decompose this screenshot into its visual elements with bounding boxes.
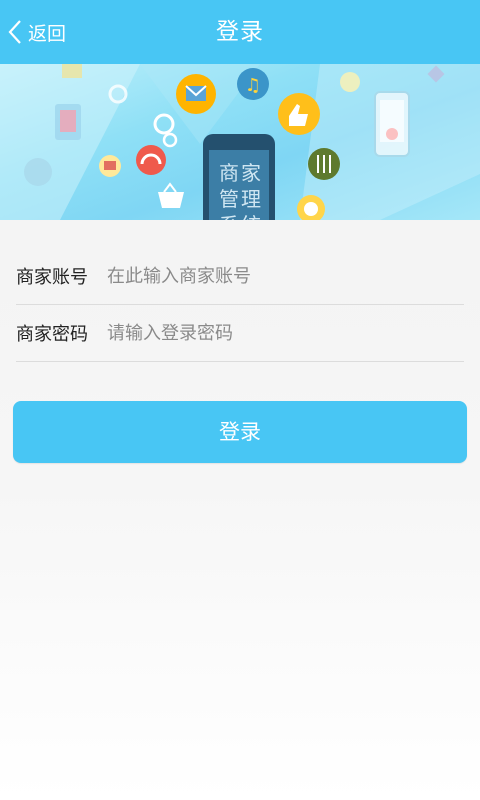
account-row: 商家账号 bbox=[16, 248, 464, 305]
account-input[interactable] bbox=[107, 256, 464, 296]
banner-image: ♫ 商家管理系统 bbox=[0, 64, 480, 220]
svg-text:♫: ♫ bbox=[245, 75, 261, 96]
login-button[interactable]: 登录 bbox=[13, 401, 467, 463]
page-title: 登录 bbox=[216, 19, 264, 45]
top-bar: 返回 登录 bbox=[0, 0, 480, 64]
account-label: 商家账号 bbox=[16, 267, 88, 288]
password-input[interactable] bbox=[107, 313, 464, 353]
banner-phone-text: 商家管理系统 bbox=[219, 161, 263, 220]
login-form: 商家账号 商家密码 bbox=[16, 248, 464, 362]
password-row: 商家密码 bbox=[16, 305, 464, 362]
password-label: 商家密码 bbox=[16, 324, 88, 345]
